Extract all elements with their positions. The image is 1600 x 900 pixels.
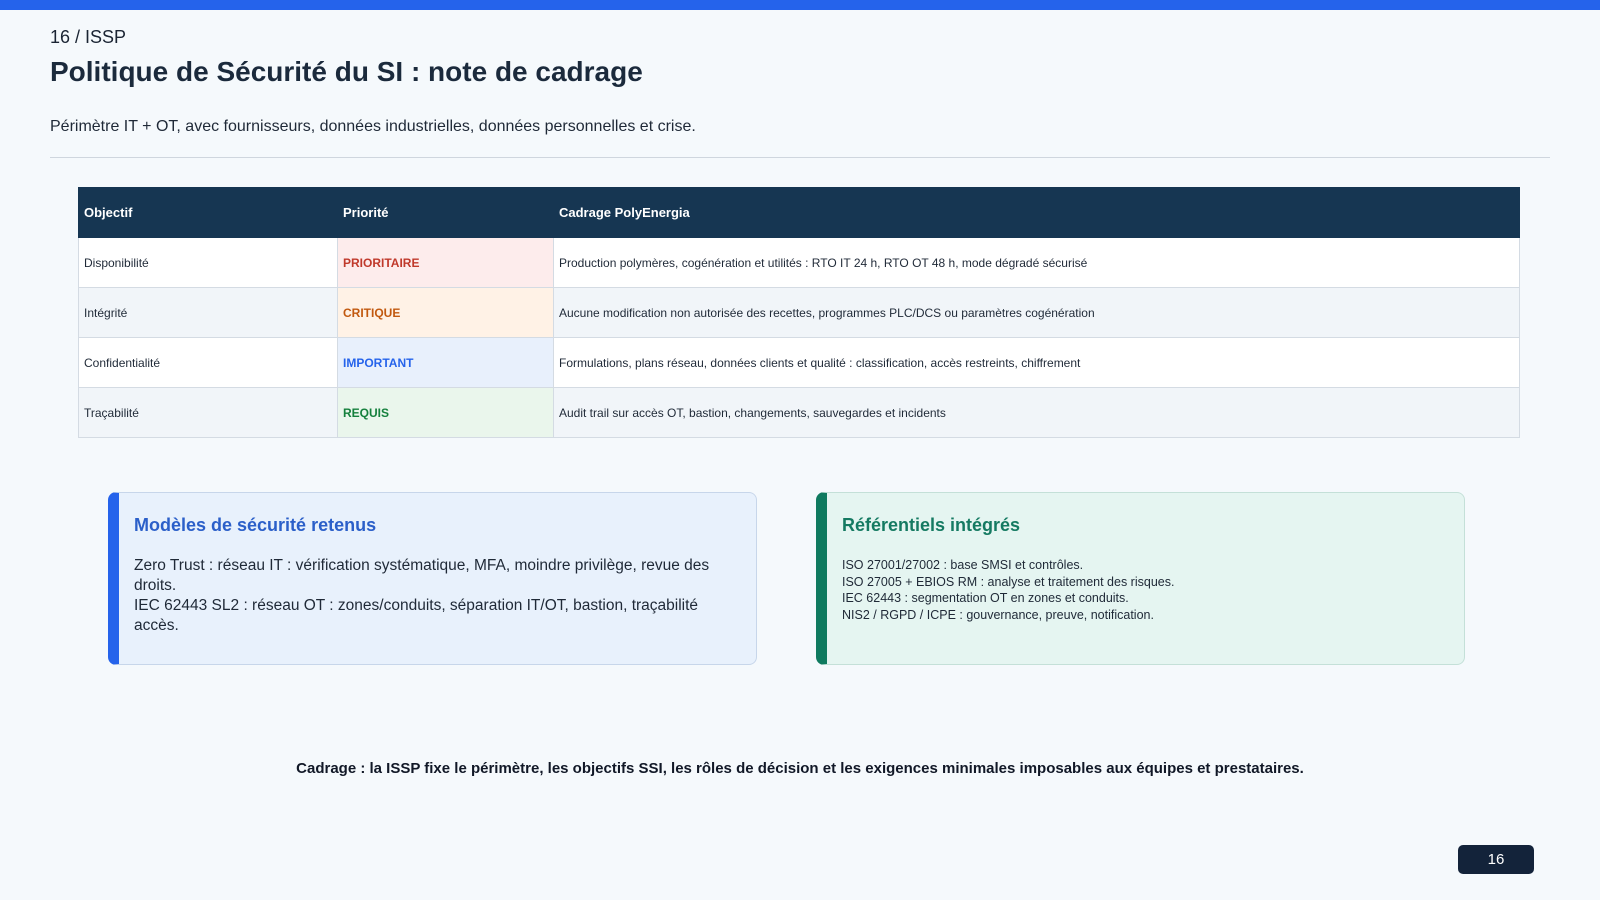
table-row: Intégrité CRITIQUE Aucune modification n… <box>78 287 1520 338</box>
cell-cadrage: Aucune modification non autorisée des re… <box>553 287 1520 338</box>
priority-badge: PRIORITAIRE <box>337 237 554 288</box>
objectives-table: Objectif Priorité Cadrage PolyEnergia Di… <box>78 187 1520 438</box>
table-row: Disponibilité PRIORITAIRE Production pol… <box>78 237 1520 288</box>
breadcrumb: 16 / ISSP <box>50 27 127 47</box>
frameworks-body: ISO 27001/27002 : base SMSI et contrôles… <box>842 557 1452 623</box>
cell-objectif: Traçabilité <box>78 387 338 438</box>
frameworks-title: Référentiels intégrés <box>842 515 1021 535</box>
table-header-row: Objectif Priorité Cadrage PolyEnergia <box>78 187 1520 238</box>
security-model-line: IEC 62443 SL2 : réseau OT : zones/condui… <box>134 597 699 634</box>
table-row: Confidentialité IMPORTANT Formulations, … <box>78 337 1520 388</box>
header-divider <box>50 157 1550 158</box>
cell-objectif: Disponibilité <box>78 237 338 288</box>
table-row: Traçabilité REQUIS Audit trail sur accès… <box>78 387 1520 438</box>
cell-cadrage: Production polymères, cogénération et ut… <box>553 237 1520 288</box>
framework-line: NIS2 / RGPD / ICPE : gouvernance, preuve… <box>842 607 1154 622</box>
priority-badge: REQUIS <box>337 387 554 438</box>
footer-note: Cadrage : la ISSP fixe le périmètre, les… <box>296 760 1304 777</box>
cell-objectif: Confidentialité <box>78 337 338 388</box>
top-accent-bar <box>0 0 1600 10</box>
security-model-line: Zero Trust : réseau IT : vérification sy… <box>134 557 710 594</box>
framework-line: ISO 27001/27002 : base SMSI et contrôles… <box>842 558 1084 572</box>
page-subtitle: Périmètre IT + OT, avec fournisseurs, do… <box>50 118 696 135</box>
column-header-cadrage: Cadrage PolyEnergia <box>553 187 1520 238</box>
priority-badge: CRITIQUE <box>337 287 554 338</box>
frameworks-card: Référentiels intégrés ISO 27001/27002 : … <box>816 492 1465 665</box>
page-number-badge: 16 <box>1458 845 1534 874</box>
security-models-body: Zero Trust : réseau IT : vérification sy… <box>134 556 744 636</box>
priority-badge: IMPORTANT <box>337 337 554 388</box>
framework-line: ISO 27005 + EBIOS RM : analyse et traite… <box>842 574 1175 589</box>
security-models-title: Modèles de sécurité retenus <box>134 515 377 535</box>
page-title: Politique de Sécurité du SI : note de ca… <box>50 56 643 87</box>
column-header-priorite: Priorité <box>337 187 554 238</box>
column-header-objectif: Objectif <box>78 187 338 238</box>
framework-line: IEC 62443 : segmentation OT en zones et … <box>842 591 1129 605</box>
security-models-card: Modèles de sécurité retenus Zero Trust :… <box>108 492 757 665</box>
cell-cadrage: Formulations, plans réseau, données clie… <box>553 337 1520 388</box>
cell-cadrage: Audit trail sur accès OT, bastion, chang… <box>553 387 1520 438</box>
cell-objectif: Intégrité <box>78 287 338 338</box>
